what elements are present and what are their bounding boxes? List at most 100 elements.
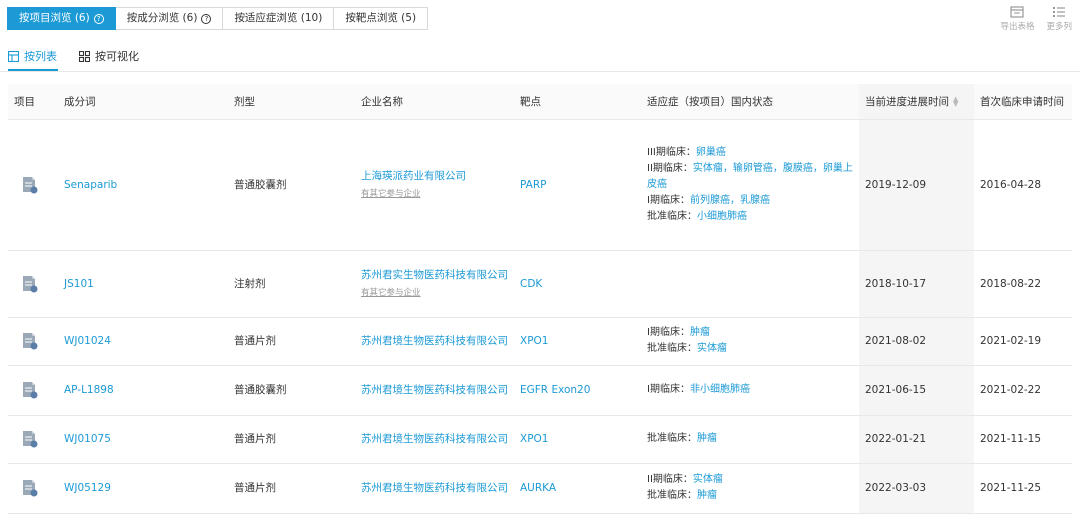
project-cell — [8, 317, 58, 366]
indication-value[interactable]: 非小细胞肺癌 — [690, 384, 750, 395]
indication-phase: II期临床： — [647, 162, 693, 174]
company-link[interactable]: 苏州君境生物医药科技有限公司 — [361, 384, 508, 396]
target-link[interactable]: XPO1 — [520, 335, 548, 347]
dosage-form-cell: 普通片剂 — [228, 463, 355, 514]
ingredient-link[interactable]: WJ05129 — [64, 482, 111, 494]
project-file-icon[interactable] — [22, 479, 38, 497]
ingredient-cell: JS101 — [58, 250, 228, 318]
ingredient-link[interactable]: JS101 — [64, 278, 94, 290]
company-link[interactable]: 苏州君境生物医药科技有限公司 — [361, 433, 508, 445]
target-cell: XPO1 — [514, 415, 641, 464]
dosage-form-cell: 普通胶囊剂 — [228, 119, 355, 251]
target-link[interactable]: EGFR Exon20 — [520, 384, 590, 396]
indication-cell: II期临床：实体瘤 批准临床：肿瘤 — [641, 463, 859, 514]
indication-cell: III期临床：卵巢癌 II期临床：实体瘤，输卵管癌，腹膜癌，卵巢上皮癌 I期临床：前… — [641, 119, 859, 251]
tab-by-project[interactable]: 按项目浏览 (6) ? — [7, 7, 116, 30]
more-columns-label: 更多列 — [1046, 22, 1072, 32]
company-link[interactable]: 苏州君境生物医药科技有限公司 — [361, 482, 508, 494]
dosage-form-cell: 注射剂 — [228, 250, 355, 318]
target-link[interactable]: CDK — [520, 278, 542, 290]
indication-phase: 批准临床： — [647, 433, 697, 444]
project-file-icon[interactable] — [22, 381, 38, 399]
project-file-icon[interactable] — [22, 430, 38, 448]
first-apply-date-cell: 2016-04-28 — [974, 119, 1072, 251]
column-header-progress-date-label: 当前进度进展时间 — [865, 95, 949, 108]
target-link[interactable]: PARP — [520, 179, 546, 191]
project-cell — [8, 250, 58, 318]
ingredient-link[interactable]: AP-L1898 — [64, 384, 114, 396]
ingredient-link[interactable]: WJ01075 — [64, 433, 111, 445]
sort-icon[interactable]: ▲ ▼ — [953, 95, 958, 107]
progress-date-cell: 2019-12-09 — [859, 119, 974, 251]
tab-label: 按成分浏览 (6) — [126, 12, 198, 24]
target-cell: XPO1 — [514, 317, 641, 366]
target-cell: EGFR Exon20 — [514, 365, 641, 416]
company-link[interactable]: 苏州君实生物医药科技有限公司 — [361, 269, 508, 281]
first-apply-date-cell: 2021-02-19 — [974, 317, 1072, 366]
dosage-form-cell: 普通片剂 — [228, 317, 355, 366]
progress-date-cell: 2021-06-15 — [859, 365, 974, 416]
indication-line: II期临床：实体瘤，输卵管癌，腹膜癌，卵巢上皮癌 — [647, 161, 853, 193]
indication-line: I期临床：肿瘤 — [647, 325, 853, 341]
indication-line: 批准临床：小细胞肺癌 — [647, 209, 853, 225]
indication-cell: 批准临床：肿瘤 — [641, 415, 859, 464]
project-cell — [8, 119, 58, 251]
export-table-button[interactable]: 导出表格 — [1000, 6, 1034, 32]
indication-line: I期临床：非小细胞肺癌 — [647, 382, 853, 398]
dosage-form-cell: 普通片剂 — [228, 415, 355, 464]
tab-by-ingredient[interactable]: 按成分浏览 (6) ? — [115, 7, 224, 30]
column-header-progress-date[interactable]: 当前进度进展时间 ▲ ▼ — [859, 84, 974, 120]
more-columns-button[interactable]: 更多列 — [1046, 6, 1072, 32]
toolbar: 导出表格 更多列 — [1000, 6, 1072, 32]
project-file-icon[interactable] — [22, 176, 38, 194]
indication-phase: I期临床： — [647, 384, 690, 395]
indication-value[interactable]: 小细胞肺癌 — [697, 211, 747, 222]
first-apply-date-cell: 2018-08-22 — [974, 250, 1072, 318]
indication-phase: I期临床： — [647, 194, 690, 206]
ingredient-cell: Senaparib — [58, 119, 228, 251]
indication-phase: III期临床： — [647, 146, 696, 158]
project-file-icon[interactable] — [22, 275, 38, 293]
ingredient-cell: WJ01024 — [58, 317, 228, 366]
indication-value[interactable]: 前列腺癌，乳腺癌 — [690, 195, 770, 206]
company-link[interactable]: 上海瑛派药业有限公司 — [361, 170, 466, 182]
project-cell — [8, 365, 58, 416]
indication-line: 批准临床：肿瘤 — [647, 431, 853, 447]
column-header-first-apply-date: 首次临床申请时间 — [974, 84, 1072, 120]
tab-label: 按项目浏览 (6) — [19, 12, 90, 24]
ingredient-link[interactable]: WJ01024 — [64, 335, 111, 347]
tab-by-target[interactable]: 按靶点浏览 (5) — [334, 7, 429, 30]
tab-by-indication[interactable]: 按适应症浏览 (10) — [223, 7, 335, 30]
export-label: 导出表格 — [1000, 22, 1035, 32]
help-icon[interactable]: ? — [201, 13, 212, 24]
company-link[interactable]: 苏州君境生物医药科技有限公司 — [361, 335, 508, 347]
other-companies-link[interactable]: 有其它参与企业 — [361, 286, 508, 300]
export-icon — [1010, 6, 1025, 18]
other-companies-link[interactable]: 有其它参与企业 — [361, 187, 508, 201]
company-cell: 上海瑛派药业有限公司有其它参与企业 — [355, 119, 514, 251]
view-list-button[interactable]: 按列表 — [8, 48, 57, 64]
target-cell: AURKA — [514, 463, 641, 514]
column-header-project: 项目 — [8, 84, 58, 120]
grid-icon — [79, 50, 90, 62]
indication-phase: 批准临床： — [647, 343, 697, 354]
indication-value[interactable]: 卵巢癌 — [696, 147, 726, 158]
project-file-icon[interactable] — [22, 332, 38, 350]
indication-value[interactable]: 实体瘤 — [693, 474, 723, 485]
indication-value[interactable]: 肿瘤 — [697, 490, 717, 501]
target-link[interactable]: AURKA — [520, 482, 556, 494]
indication-value[interactable]: 实体瘤 — [697, 343, 727, 354]
ingredient-cell: AP-L1898 — [58, 365, 228, 416]
indication-value[interactable]: 肿瘤 — [697, 433, 717, 444]
project-cell — [8, 463, 58, 514]
list-columns-icon — [1053, 7, 1066, 17]
help-icon[interactable]: ? — [93, 13, 104, 24]
ingredient-link[interactable]: Senaparib — [64, 179, 117, 191]
target-link[interactable]: XPO1 — [520, 433, 548, 445]
column-header-dosage-form: 剂型 — [228, 84, 355, 120]
company-cell: 苏州君境生物医药科技有限公司 — [355, 365, 514, 416]
indication-phase: 批准临床： — [647, 210, 697, 222]
ingredient-cell: WJ05129 — [58, 463, 228, 514]
indication-value[interactable]: 肿瘤 — [690, 327, 710, 338]
view-visual-button[interactable]: 按可视化 — [79, 48, 139, 64]
